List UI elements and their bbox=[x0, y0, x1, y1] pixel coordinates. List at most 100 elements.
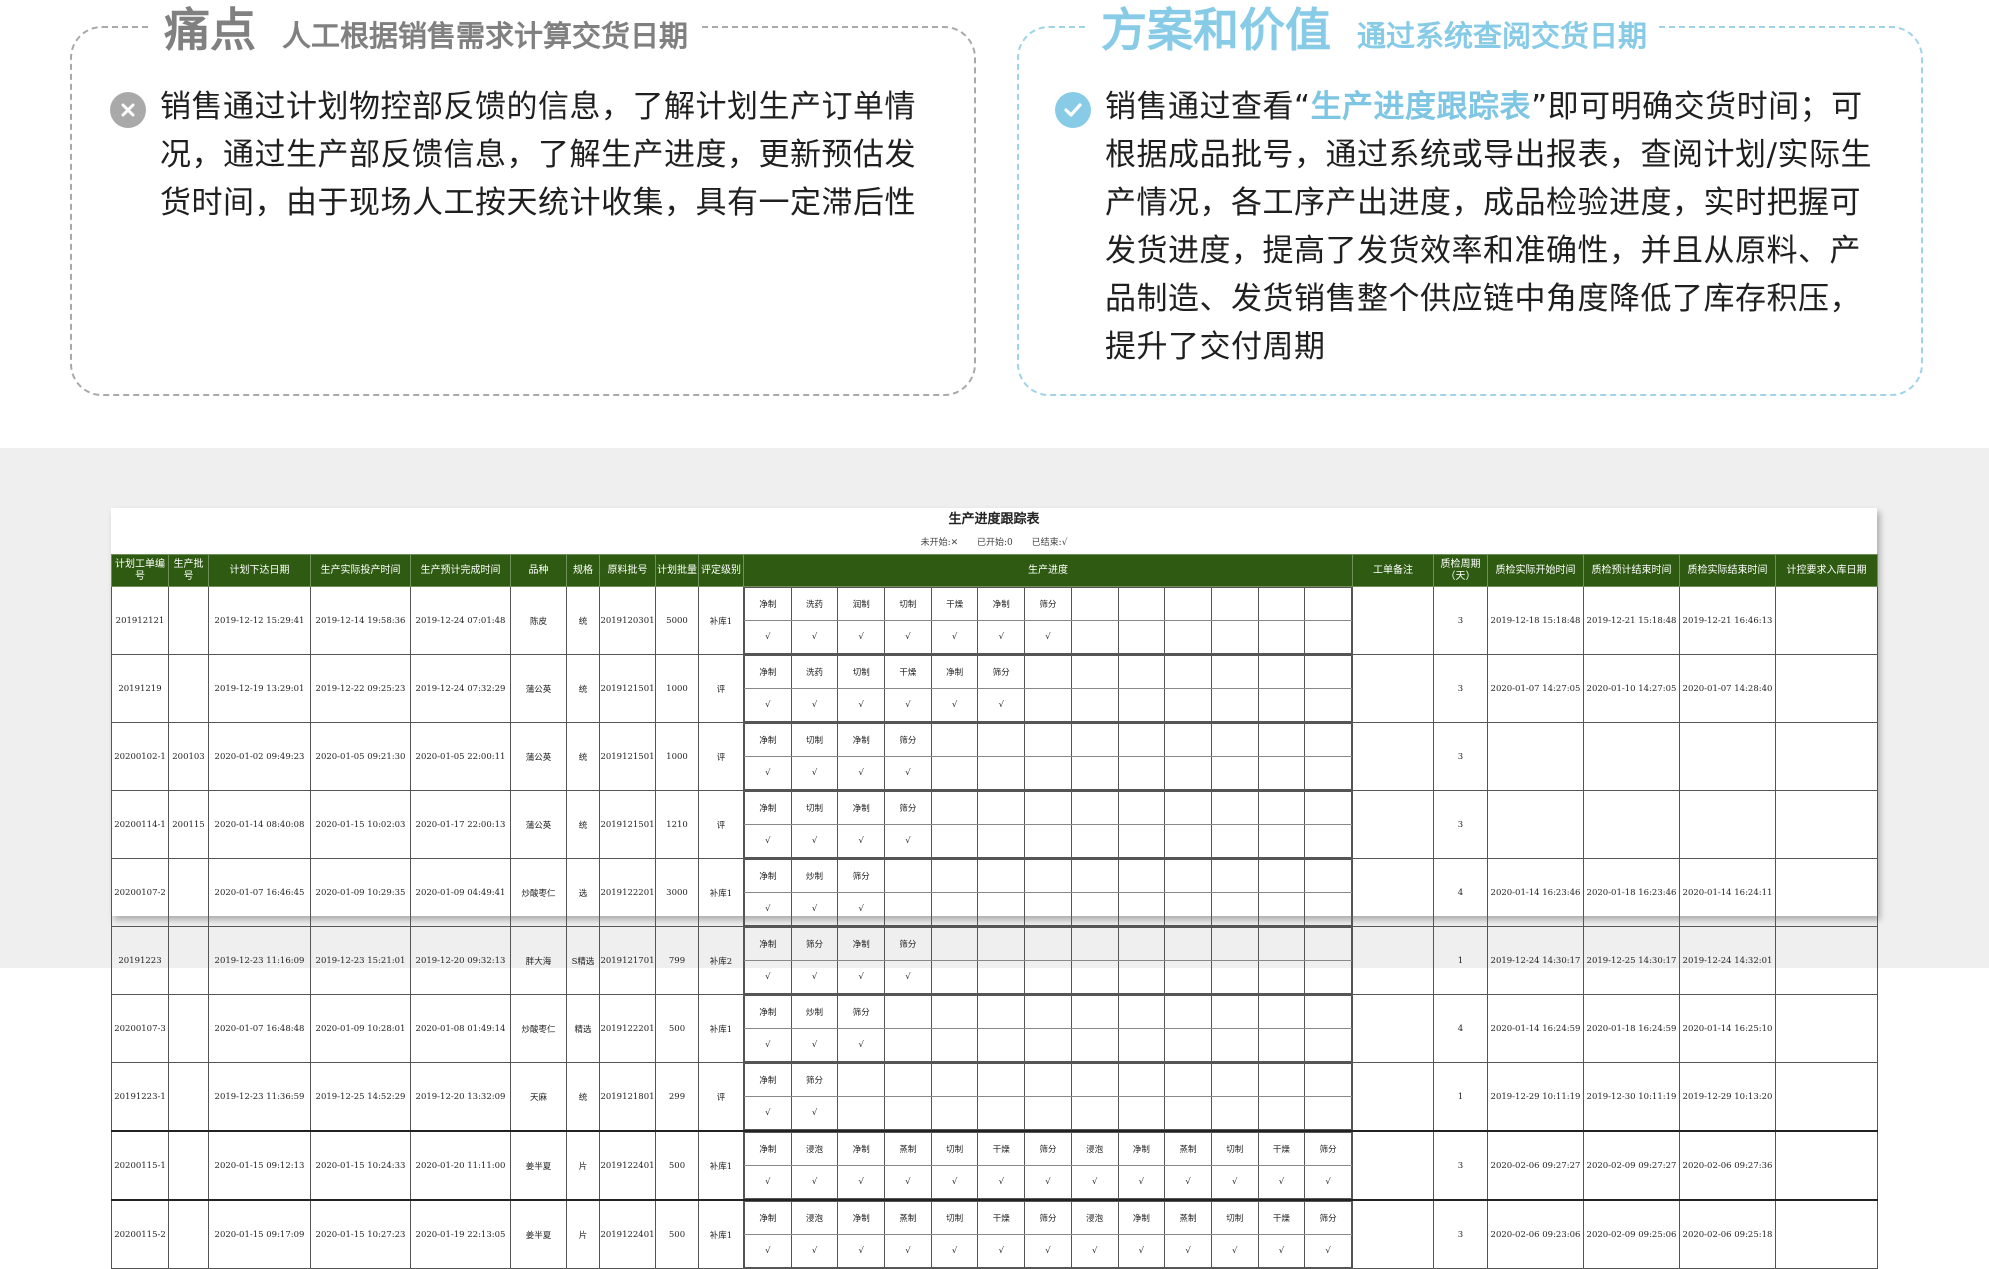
progress-step-name bbox=[930, 859, 979, 893]
progress-step-name bbox=[1164, 723, 1212, 757]
progress-step-name bbox=[1070, 927, 1119, 961]
progress-step-status bbox=[1117, 1096, 1166, 1130]
progress-step-name bbox=[930, 995, 979, 1029]
progress-step-name bbox=[884, 1063, 932, 1097]
cell-due bbox=[1775, 790, 1878, 859]
progress-step-name bbox=[1210, 995, 1259, 1029]
progress-step-status bbox=[884, 892, 932, 926]
cell-qty: 299 bbox=[655, 1062, 699, 1132]
progress-step-name: 净制 bbox=[744, 927, 792, 961]
col-start-time: 生产实际投产时间 bbox=[310, 554, 411, 587]
progress-step-status: √ bbox=[930, 688, 979, 722]
progress-step-name bbox=[1070, 587, 1119, 621]
table-row[interactable]: 201912121 2019-12-12 15:29:41 2019-12-14 1… bbox=[111, 586, 1878, 655]
progress-step-name: 净制 bbox=[744, 791, 792, 825]
value-title: 方案和价值 bbox=[1101, 3, 1331, 57]
cell-cycle: 3 bbox=[1433, 790, 1488, 859]
cell-qc-end: 2020-02-06 09:27:36 bbox=[1679, 1130, 1776, 1201]
progress-step-status bbox=[1210, 960, 1259, 994]
progress-step-name: 净制 bbox=[930, 655, 979, 689]
progress-step-name: 净制 bbox=[744, 859, 792, 893]
progress-step-name: 蒸制 bbox=[1164, 1201, 1212, 1235]
cell-start: 2019-12-23 15:21:01 bbox=[310, 926, 411, 995]
col-quantity: 计划批量 bbox=[655, 554, 699, 587]
cell-issue: 2019-12-19 13:29:01 bbox=[208, 654, 311, 723]
progress-step-status bbox=[884, 1096, 932, 1130]
progress-step-status: √ bbox=[744, 756, 792, 790]
progress-step-status: √ bbox=[1257, 1234, 1306, 1268]
col-finish-time: 生产预计完成时间 bbox=[410, 554, 511, 587]
progress-step-name bbox=[1257, 587, 1306, 621]
progress-step-name bbox=[1070, 723, 1119, 757]
table-row[interactable]: 20191219 2019-12-19 13:29:01 2019-12-22 09… bbox=[111, 654, 1878, 723]
table-row[interactable]: 20200102-1 200103 2020-01-02 09:49:23 2020-… bbox=[111, 722, 1878, 791]
progress-step-status bbox=[1257, 620, 1306, 654]
progress-step-name: 切制 bbox=[930, 1133, 979, 1166]
cell-cycle: 4 bbox=[1433, 858, 1488, 927]
cell-remark bbox=[1352, 586, 1434, 655]
progress-step-status bbox=[1257, 892, 1306, 926]
progress-step-status bbox=[1117, 892, 1166, 926]
cell-variety: 胖大海 bbox=[510, 926, 567, 995]
cell-qc-plan-end bbox=[1583, 722, 1680, 791]
col-grade: 评定级别 bbox=[698, 554, 744, 587]
table-row[interactable]: 20191223-1 2019-12-23 11:36:59 2019-12-25 … bbox=[111, 1062, 1878, 1132]
progress-step-status bbox=[1024, 1096, 1072, 1130]
progress-step-status: √ bbox=[744, 1096, 792, 1130]
table-row[interactable]: 20200114-1 200115 2020-01-14 08:40:08 2020-… bbox=[111, 790, 1878, 859]
progress-step-name bbox=[977, 995, 1026, 1029]
cell-spec: 片 bbox=[566, 1130, 600, 1201]
progress-step-status bbox=[1024, 960, 1072, 994]
cell-variety: 蒲公英 bbox=[510, 654, 567, 723]
progress-step-name bbox=[1210, 723, 1259, 757]
progress-step-name bbox=[1257, 927, 1306, 961]
progress-step-status bbox=[1304, 1096, 1352, 1130]
cell-raw: 2019122201 bbox=[599, 858, 656, 927]
progress-step-name: 筛分 bbox=[1304, 1201, 1352, 1235]
progress-step-name bbox=[1257, 1063, 1306, 1097]
progress-steps: 净制 切制 净制 筛分 √ √ √ √ bbox=[744, 723, 1352, 790]
progress-step-status: √ bbox=[930, 1165, 979, 1198]
table-row[interactable]: 20200115-2 2020-01-15 09:17:09 2020-01-15 … bbox=[111, 1199, 1878, 1269]
progress-step-name: 筛分 bbox=[884, 723, 932, 757]
table-row[interactable]: 20200115-1 2020-01-15 09:12:13 2020-01-15 … bbox=[111, 1130, 1878, 1201]
cell-order: 20200114-1 bbox=[111, 790, 169, 859]
progress-step-name bbox=[1304, 587, 1352, 621]
progress-step-status bbox=[1164, 824, 1212, 858]
cell-raw: 2019121501 bbox=[599, 790, 656, 859]
progress-step-name: 切制 bbox=[790, 723, 839, 757]
cell-batch bbox=[168, 994, 209, 1063]
progress-step-status bbox=[1070, 892, 1119, 926]
table-row[interactable]: 20200107-2 2020-01-07 16:46:45 2020-01-09 … bbox=[111, 858, 1878, 927]
cell-raw: 2019121701 bbox=[599, 926, 656, 995]
legend-not-started: 未开始:✕ bbox=[920, 538, 959, 548]
pain-point-heading: 痛点 人工根据销售需求计算交货日期 bbox=[152, 4, 701, 56]
progress-step-name: 切制 bbox=[884, 587, 932, 621]
value-body: 销售通过查看“生产进度跟踪表”即可明确交货时间；可根据成品批号，通过系统或导出报… bbox=[1055, 83, 1881, 371]
cell-finish: 2019-12-24 07:01:48 bbox=[410, 586, 511, 655]
cell-remark bbox=[1352, 1199, 1434, 1269]
progress-step-status: √ bbox=[790, 688, 839, 722]
progress-step-status bbox=[1210, 620, 1259, 654]
cell-qc-plan-end: 2020-02-09 09:27:27 bbox=[1583, 1130, 1680, 1201]
progress-step-status bbox=[1304, 892, 1352, 926]
progress-step-status bbox=[1210, 892, 1259, 926]
progress-step-status: √ bbox=[837, 824, 886, 858]
cell-order: 20191219 bbox=[111, 654, 169, 723]
table-row[interactable]: 20191223 2019-12-23 11:16:09 2019-12-23 15… bbox=[111, 926, 1878, 995]
table-row[interactable]: 20200107-3 2020-01-07 16:48:48 2020-01-09 … bbox=[111, 994, 1878, 1063]
progress-step-name: 筛分 bbox=[790, 927, 839, 961]
progress-step-status bbox=[1070, 688, 1119, 722]
cell-variety: 炒酸枣仁 bbox=[510, 994, 567, 1063]
progress-step-name bbox=[1117, 791, 1166, 825]
cell-qty: 799 bbox=[655, 926, 699, 995]
cell-qty: 500 bbox=[655, 994, 699, 1063]
progress-step-name bbox=[1304, 995, 1352, 1029]
progress-step-status bbox=[1070, 1096, 1119, 1130]
progress-step-name bbox=[1210, 587, 1259, 621]
cell-progress: 净制 切制 净制 筛分 √ √ √ √ bbox=[743, 790, 1353, 859]
cell-issue: 2020-01-07 16:46:45 bbox=[208, 858, 311, 927]
progress-step-status bbox=[1257, 756, 1306, 790]
cell-qc-end: 2019-12-29 10:13:20 bbox=[1679, 1062, 1776, 1132]
cell-qc-start: 2020-01-14 16:24:59 bbox=[1487, 994, 1584, 1063]
